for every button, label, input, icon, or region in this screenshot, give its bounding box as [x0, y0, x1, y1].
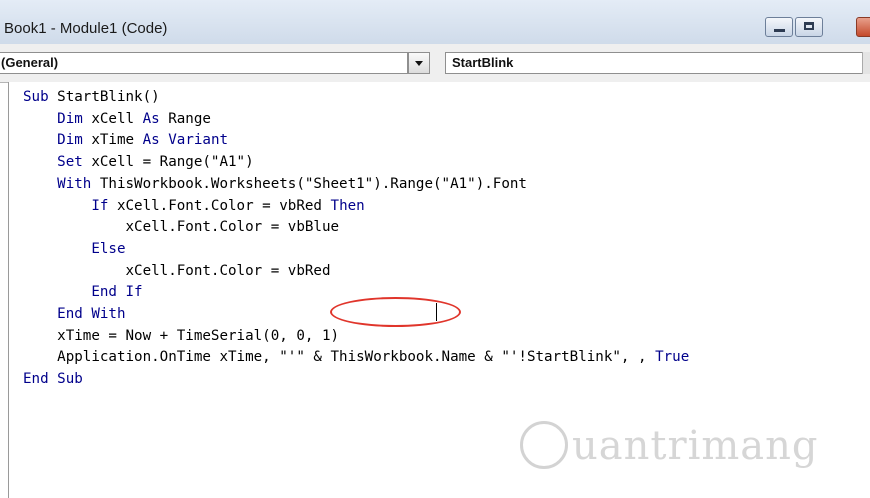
keyword-token: If — [91, 197, 109, 214]
code-line[interactable]: Sub StartBlink() — [23, 87, 689, 109]
code-line[interactable]: Dim xCell As Range — [23, 109, 689, 131]
keyword-token: Sub — [23, 89, 49, 105]
minimize-button[interactable] — [765, 17, 793, 37]
code-line[interactable]: If xCell.Font.Color = vbRed Then — [23, 196, 689, 218]
code-line[interactable]: Dim xTime As Variant — [23, 130, 689, 152]
highlight-annotation — [330, 297, 461, 327]
keyword-token: Then — [330, 197, 365, 214]
watermark-text: uantrimang — [572, 423, 819, 469]
keyword-token: With — [57, 175, 92, 192]
keyword-token: Dim — [57, 132, 83, 149]
close-button[interactable] — [856, 17, 870, 37]
code-token: xCell.Font.Color = vbRed — [108, 197, 331, 214]
code-token: StartBlink() — [48, 89, 160, 105]
keyword-token: Dim — [57, 110, 83, 127]
code-line[interactable]: xCell.Font.Color = vbRed — [23, 261, 689, 283]
code-token: ThisWorkbook.Worksheets("Sheet1").Range(… — [91, 175, 527, 192]
keyword-token: End With — [57, 306, 126, 323]
object-combo-dropdown[interactable] — [408, 52, 430, 74]
keyword-token: As — [142, 110, 160, 127]
keyword-token: End Sub — [23, 371, 83, 388]
code-token: xCell = Range("A1") — [82, 154, 254, 171]
title-bar: Book1 - Module1 (Code) — [0, 0, 870, 45]
code-text[interactable]: Sub StartBlink() Dim xCell As Range Dim … — [23, 87, 689, 391]
code-line[interactable]: Set xCell = Range("A1") — [23, 152, 689, 174]
quantrimang-logo-icon — [520, 421, 568, 469]
keyword-token: As — [142, 132, 160, 149]
minimize-icon — [774, 29, 785, 32]
watermark: uantrimang — [520, 413, 850, 483]
code-token: Range — [159, 110, 211, 127]
code-token: xTime — [82, 132, 143, 149]
code-line[interactable]: With ThisWorkbook.Worksheets("Sheet1").R… — [23, 174, 689, 196]
code-token: Application.OnTime xTime, "'" & ThisWork… — [23, 349, 656, 366]
dropdown-arrow-icon — [415, 61, 423, 66]
code-token: xCell.Font.Color = vbRed — [23, 262, 331, 279]
maximize-icon — [804, 22, 814, 30]
code-token: xTime = Now + TimeSerial(0, 0, 1) — [23, 327, 340, 344]
text-cursor — [436, 303, 437, 321]
keyword-token: Set — [57, 154, 83, 171]
code-line[interactable]: xCell.Font.Color = vbBlue — [23, 217, 689, 239]
code-line[interactable]: Application.OnTime xTime, "'" & ThisWork… — [23, 347, 689, 369]
keyword-token: Else — [91, 240, 126, 257]
code-window-toolbar: (General) StartBlink — [0, 44, 870, 83]
code-line[interactable]: End Sub — [23, 369, 689, 391]
object-combo[interactable]: (General) — [0, 52, 408, 74]
keyword-token: True — [655, 349, 690, 366]
window-title: Book1 - Module1 (Code) — [4, 20, 168, 37]
code-line[interactable]: xTime = Now + TimeSerial(0, 0, 1) — [23, 326, 689, 348]
maximize-button[interactable] — [795, 17, 823, 37]
code-token: xCell.Font.Color = vbBlue — [23, 219, 340, 236]
code-token: xCell — [82, 110, 143, 127]
code-line[interactable]: Else — [23, 239, 689, 261]
keyword-token: End If — [91, 284, 143, 301]
procedure-combo-dropdown[interactable] — [862, 52, 870, 74]
keyword-token: Variant — [168, 132, 229, 149]
procedure-combo[interactable]: StartBlink — [445, 52, 870, 74]
